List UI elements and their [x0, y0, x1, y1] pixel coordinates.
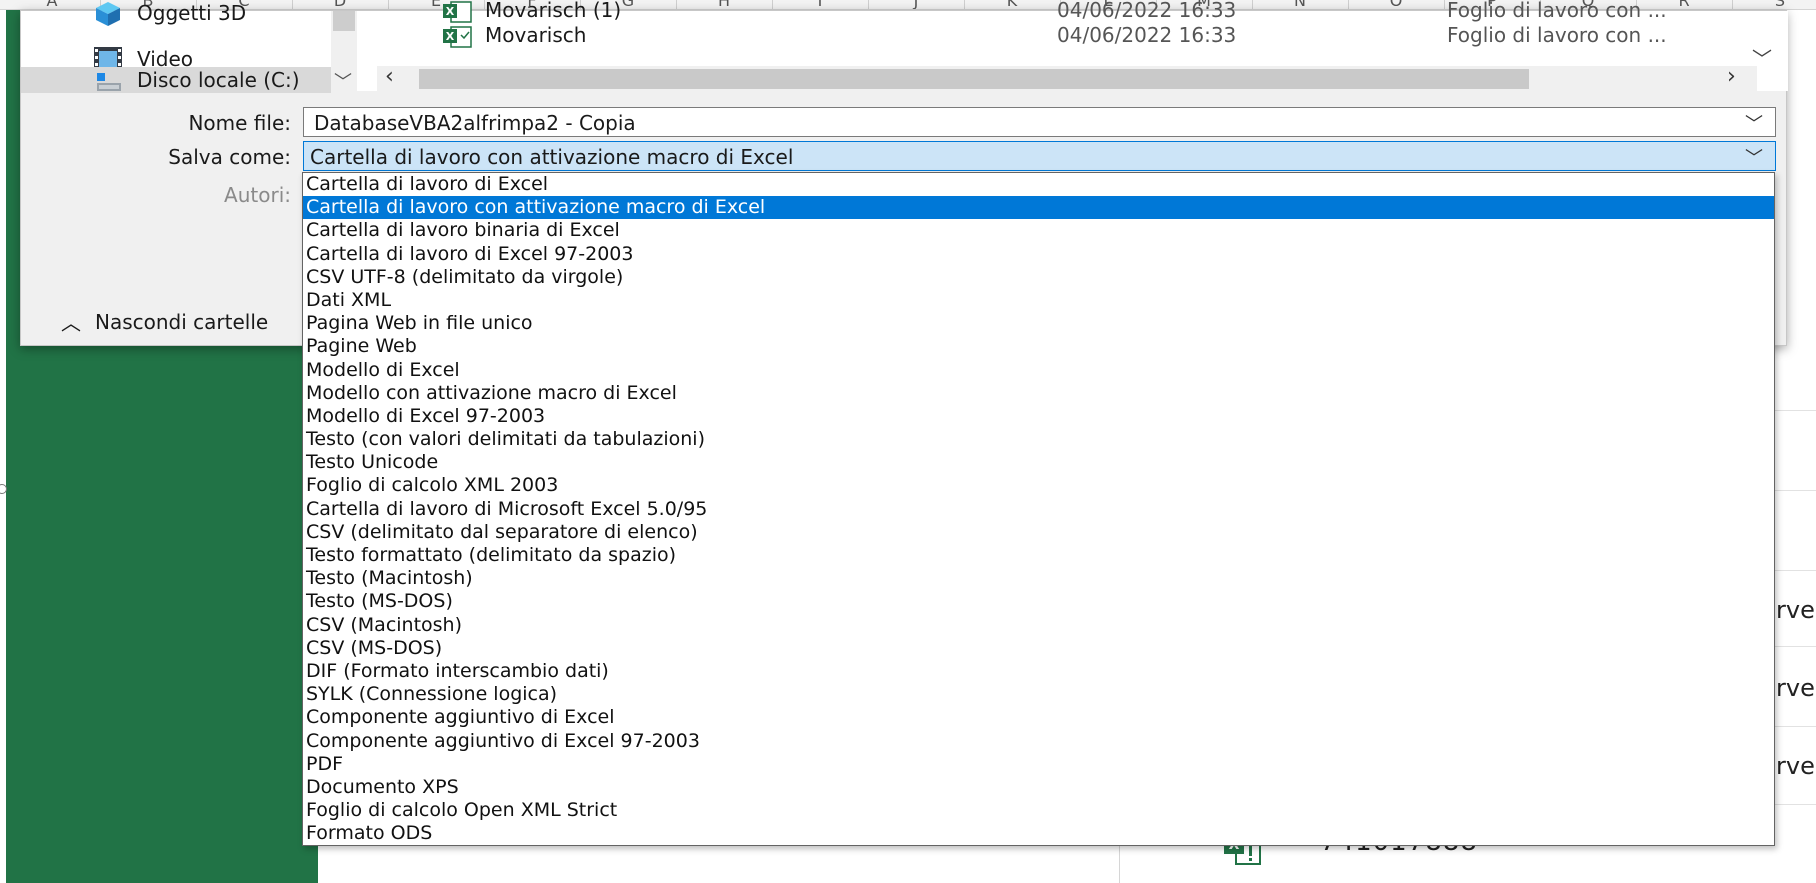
horizontal-scrollbar-thumb[interactable] [419, 69, 1529, 89]
dropdown-option[interactable]: Pagine Web [303, 335, 1774, 358]
file-row[interactable]: X Movarisch 04/06/2022 16:33 Foglio di l… [357, 23, 1757, 51]
file-name: Movarisch [485, 23, 587, 47]
dropdown-option[interactable]: Componente aggiuntivo di Excel 97-2003 [303, 730, 1774, 753]
chevron-down-icon[interactable]: ﹀ [334, 68, 352, 94]
dropdown-option[interactable]: Testo formattato (delimitato da spazio) [303, 544, 1774, 567]
navigation-pane: Oggetti 3D Video Disco locale (C:) [21, 1, 339, 93]
dropdown-option[interactable]: Formato ODS [303, 822, 1774, 845]
3d-objects-icon [96, 2, 120, 26]
sheet-edge [0, 10, 6, 883]
dropdown-option[interactable]: CSV (delimitato dal separatore di elenco… [303, 521, 1774, 544]
dropdown-option[interactable]: SYLK (Connessione logica) [303, 683, 1774, 706]
cell-text: rve [1776, 674, 1815, 702]
saveas-type-select[interactable]: Cartella di lavoro con attivazione macro… [303, 141, 1776, 171]
dropdown-option[interactable]: Modello con attivazione macro di Excel [303, 382, 1774, 405]
chevron-down-icon[interactable]: ﹀ [1745, 110, 1763, 136]
horizontal-scrollbar[interactable]: ‹ › [377, 64, 1757, 92]
dropdown-option[interactable]: Modello di Excel [303, 359, 1774, 382]
dropdown-option[interactable]: CSV (MS-DOS) [303, 637, 1774, 660]
dropdown-option[interactable]: CSV UTF-8 (delimitato da virgole) [303, 266, 1774, 289]
dropdown-option[interactable]: Testo (con valori delimitati da tabulazi… [303, 428, 1774, 451]
dropdown-option[interactable]: Cartella di lavoro di Microsoft Excel 5.… [303, 498, 1774, 521]
column-letter[interactable]: S [1770, 0, 1790, 9]
dropdown-option[interactable]: Testo Unicode [303, 451, 1774, 474]
chevron-left-icon[interactable]: ‹ [385, 64, 394, 89]
dropdown-option[interactable]: Foglio di calcolo XML 2003 [303, 474, 1774, 497]
dropdown-option[interactable]: Documento XPS [303, 776, 1774, 799]
saveas-value: Cartella di lavoro con attivazione macro… [310, 145, 794, 169]
dropdown-option[interactable]: Foglio di calcolo Open XML Strict [303, 799, 1774, 822]
excel-macro-file-icon: X [443, 1, 472, 23]
file-type: Foglio di lavoro con ... [1447, 23, 1667, 47]
nav-item-label: Oggetti 3D [137, 1, 247, 25]
saveas-type-dropdown: Cartella di lavoro di Excel Cartella di l… [302, 172, 1775, 846]
local-disk-icon [97, 73, 121, 91]
dropdown-option[interactable]: DIF (Formato interscambio dati) [303, 660, 1774, 683]
chevron-right-icon[interactable]: › [1727, 64, 1736, 89]
hide-folders-label: Nascondi cartelle [95, 309, 269, 334]
file-type: Foglio di lavoro con ... [1447, 0, 1667, 22]
authors-label: Autori: [224, 183, 291, 207]
hide-folders-button[interactable]: ︿ Nascondi cartelle [41, 307, 268, 336]
file-name: Movarisch (1) [485, 0, 622, 22]
cell-text: rve [1776, 752, 1815, 780]
file-date: 04/06/2022 16:33 [1057, 23, 1237, 47]
dropdown-option[interactable]: Cartella di lavoro di Excel [303, 173, 1774, 196]
chevron-up-icon: ︿ [61, 311, 81, 335]
column-letter[interactable]: D [330, 0, 350, 9]
chevron-down-icon[interactable]: ﹀ [1745, 144, 1763, 170]
file-list: X Movarisch (1) 04/06/2022 16:33 Foglio … [357, 0, 1788, 92]
dropdown-option[interactable]: Pagina Web in file unico [303, 312, 1774, 335]
dropdown-option[interactable]: CSV (Macintosh) [303, 614, 1774, 637]
dropdown-option[interactable]: Cartella di lavoro di Excel 97-2003 [303, 243, 1774, 266]
dropdown-option[interactable]: Modello di Excel 97-2003 [303, 405, 1774, 428]
cell-text: rve [1776, 596, 1815, 624]
dropdown-option[interactable]: Componente aggiuntivo di Excel [303, 706, 1774, 729]
filename-label: Nome file: [188, 111, 291, 135]
nav-item-label: Disco locale (C:) [137, 68, 300, 92]
nav-scrollbar-thumb[interactable] [333, 11, 355, 31]
dropdown-option[interactable]: Dati XML [303, 289, 1774, 312]
filename-value: DatabaseVBA2alfrimpa2 - Copia [314, 111, 636, 135]
saveas-label: Salva come: [168, 145, 291, 169]
dropdown-option[interactable]: Cartella di lavoro con attivazione macro… [303, 196, 1774, 220]
svg-text:X: X [446, 30, 455, 43]
dropdown-option[interactable]: PDF [303, 753, 1774, 776]
nav-scrollbar[interactable]: ﹀ [331, 11, 357, 94]
nav-item-local-disk[interactable]: Disco locale (C:) [21, 67, 331, 93]
filename-combobox[interactable]: DatabaseVBA2alfrimpa2 - Copia ﹀ [303, 107, 1776, 137]
svg-text:X: X [446, 5, 455, 18]
dropdown-option[interactable]: Testo (Macintosh) [303, 567, 1774, 590]
excel-macro-file-icon: X [443, 26, 472, 48]
dropdown-option[interactable]: Testo (MS-DOS) [303, 590, 1774, 613]
nav-item-3d-objects[interactable]: Oggetti 3D [21, 0, 331, 27]
file-date: 04/06/2022 16:33 [1057, 0, 1237, 22]
dropdown-option[interactable]: Cartella di lavoro binaria di Excel [303, 219, 1774, 242]
